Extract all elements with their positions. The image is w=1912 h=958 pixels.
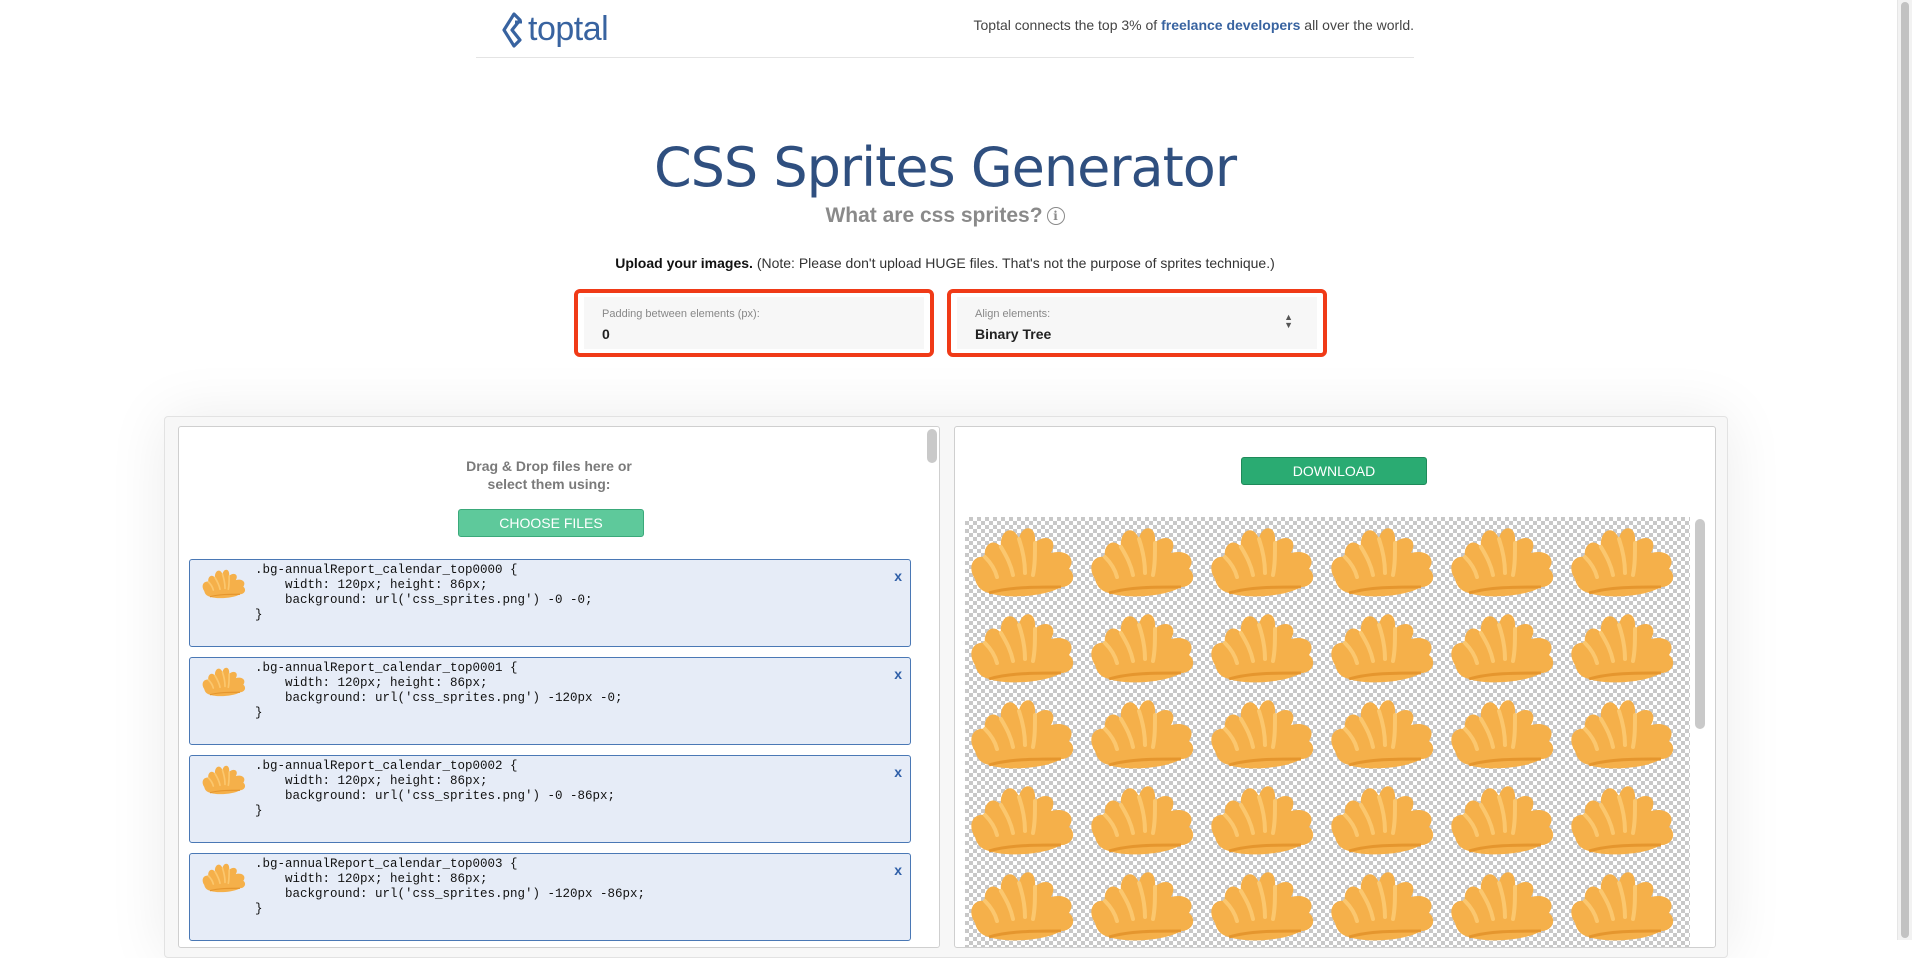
- hand-sprite-icon: [200, 662, 250, 700]
- sprite-tile: [1329, 784, 1436, 857]
- sprite-tile: [1209, 784, 1316, 857]
- remove-sprite-button[interactable]: x: [894, 862, 902, 878]
- css-line: background: url('css_sprites.png') -120p…: [255, 691, 623, 705]
- css-line: width: 120px; height: 86px;: [255, 872, 488, 886]
- padding-field: Padding between elements (px):: [574, 289, 934, 357]
- sprite-tile: [1209, 870, 1316, 943]
- css-line: .bg-annualReport_calendar_top0003 {: [255, 857, 518, 871]
- sprite-css: .bg-annualReport_calendar_top0000 { widt…: [255, 563, 593, 623]
- drop-text-line2: select them using:: [487, 476, 611, 492]
- download-button[interactable]: DOWNLOAD: [1241, 457, 1427, 485]
- toptal-logo-icon: [502, 11, 522, 48]
- page-title: CSS Sprites Generator: [653, 136, 1237, 199]
- sprite-tile: [969, 612, 1076, 685]
- sprite-tile: [1449, 698, 1556, 771]
- css-line: .bg-annualReport_calendar_top0002 {: [255, 759, 518, 773]
- sprite-tile: [1449, 612, 1556, 685]
- tagline-text-end: all over the world.: [1300, 17, 1414, 33]
- sprite-tile: [1569, 784, 1676, 857]
- sprite-item: .bg-annualReport_calendar_top0003 { widt…: [189, 853, 911, 941]
- toptal-logo[interactable]: toptal: [500, 10, 609, 49]
- css-line: width: 120px; height: 86px;: [255, 578, 488, 592]
- sprite-tile: [1569, 870, 1676, 943]
- sprite-tile: [1089, 870, 1196, 943]
- preview-scrollbar[interactable]: [1695, 519, 1705, 729]
- padding-field-label: Padding between elements (px):: [602, 308, 760, 320]
- upload-note-bold: Upload your images.: [615, 255, 753, 271]
- sprite-sheet-preview: [965, 517, 1690, 947]
- align-field[interactable]: Align elements: Binary Tree ▲ ▼: [947, 289, 1327, 357]
- sprite-tile: [1089, 526, 1196, 599]
- sprite-css: .bg-annualReport_calendar_top0002 { widt…: [255, 759, 615, 819]
- sprite-css: .bg-annualReport_calendar_top0001 { widt…: [255, 661, 623, 721]
- sprite-tile: [969, 698, 1076, 771]
- hand-sprite-icon: [200, 858, 250, 896]
- updown-arrows-icon[interactable]: ▲ ▼: [1284, 313, 1293, 330]
- css-line: }: [255, 608, 263, 622]
- sprite-tile: [1209, 526, 1316, 599]
- what-are-css-sprites-link[interactable]: What are css sprites? i: [0, 204, 1890, 228]
- sprite-tile: [1329, 526, 1436, 599]
- sprite-tile: [969, 870, 1076, 943]
- choose-files-button[interactable]: CHOOSE FILES: [458, 509, 644, 537]
- file-list-panel: Drag & Drop files here or select them us…: [178, 426, 940, 948]
- page-scrollbar-thumb[interactable]: [1901, 2, 1909, 938]
- sprite-item: .bg-annualReport_calendar_top0001 { widt…: [189, 657, 911, 745]
- hand-sprite-icon: [200, 564, 250, 602]
- sprite-tile: [1449, 870, 1556, 943]
- align-select-value[interactable]: Binary Tree: [975, 326, 1275, 342]
- info-icon[interactable]: i: [1046, 207, 1065, 225]
- sprite-tile: [1089, 784, 1196, 857]
- css-line: width: 120px; height: 86px;: [255, 774, 488, 788]
- sprite-preview-panel: DOWNLOAD: [954, 426, 1716, 948]
- css-line: background: url('css_sprites.png') -0 -8…: [255, 789, 616, 803]
- logo-wordmark: toptal: [528, 10, 609, 48]
- sprite-css: .bg-annualReport_calendar_top0003 { widt…: [255, 857, 645, 917]
- subtitle-text: What are css sprites?: [825, 204, 1043, 227]
- remove-sprite-button[interactable]: x: [894, 764, 902, 780]
- upload-note: Upload your images. (Note: Please don't …: [0, 255, 1890, 271]
- header-tagline: Toptal connects the top 3% of freelance …: [974, 17, 1414, 33]
- sprite-tile: [1209, 698, 1316, 771]
- sprite-tile: [969, 784, 1076, 857]
- sprite-item: .bg-annualReport_calendar_top0002 { widt…: [189, 755, 911, 843]
- sprite-tile: [1569, 612, 1676, 685]
- tagline-text-start: Toptal connects the top 3% of: [973, 17, 1162, 33]
- sprite-item: .bg-annualReport_calendar_top0000 { widt…: [189, 559, 911, 647]
- remove-sprite-button[interactable]: x: [894, 568, 902, 584]
- sprite-tile: [969, 526, 1076, 599]
- sprite-tile: [1569, 526, 1676, 599]
- drop-text-line1: Drag & Drop files here or: [466, 458, 632, 474]
- sprite-sheet-image: [969, 526, 1676, 943]
- css-line: background: url('css_sprites.png') -120p…: [255, 887, 646, 901]
- sprite-tile: [1329, 698, 1436, 771]
- freelance-developers-link[interactable]: freelance developers: [1161, 17, 1300, 33]
- file-list-scrollbar[interactable]: [927, 429, 937, 463]
- hand-sprite-icon: [200, 760, 250, 798]
- align-field-label: Align elements:: [975, 308, 1051, 320]
- sprite-tile: [1089, 698, 1196, 771]
- drop-zone-text[interactable]: Drag & Drop files here or select them us…: [179, 457, 919, 493]
- padding-input[interactable]: [602, 326, 902, 342]
- sprite-tile: [1209, 612, 1316, 685]
- css-line: }: [255, 804, 263, 818]
- css-line: background: url('css_sprites.png') -0 -0…: [255, 593, 593, 607]
- css-line: }: [255, 902, 263, 916]
- remove-sprite-button[interactable]: x: [894, 666, 902, 682]
- sprite-tile: [1089, 612, 1196, 685]
- sprite-tile: [1449, 784, 1556, 857]
- css-line: .bg-annualReport_calendar_top0001 {: [255, 661, 518, 675]
- sprite-tile: [1329, 870, 1436, 943]
- css-line: .bg-annualReport_calendar_top0000 {: [255, 563, 518, 577]
- page-scrollbar[interactable]: [1897, 0, 1912, 940]
- sprite-tile: [1329, 612, 1436, 685]
- sprite-tile: [1449, 526, 1556, 599]
- site-header: toptal Toptal connects the top 3% of fre…: [476, 0, 1414, 58]
- sprite-tile: [1569, 698, 1676, 771]
- css-line: width: 120px; height: 86px;: [255, 676, 488, 690]
- css-line: }: [255, 706, 263, 720]
- upload-note-text: (Note: Please don't upload HUGE files. T…: [752, 255, 1275, 271]
